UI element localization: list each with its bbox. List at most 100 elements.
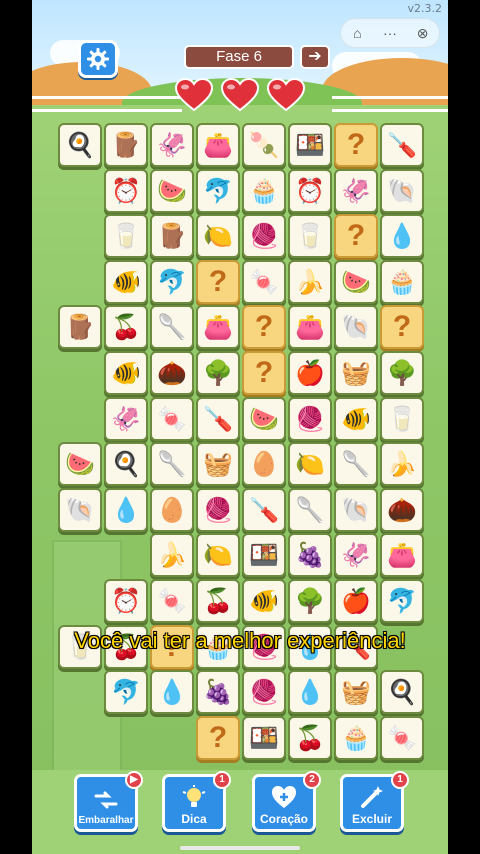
tile-yarn[interactable]: 🧶: [242, 214, 286, 258]
tile-egg[interactable]: 🥚: [150, 488, 194, 532]
tile-shell[interactable]: 🐚: [334, 488, 378, 532]
tile-fish[interactable]: 🐠: [104, 260, 148, 304]
tile-apple[interactable]: 🍎: [288, 351, 332, 395]
tile-screwdriver[interactable]: 🪛: [196, 397, 240, 441]
tile-drop[interactable]: 💧: [150, 670, 194, 714]
tile-dolphin[interactable]: 🐬: [196, 169, 240, 213]
tile-lunchbox[interactable]: 🍱: [242, 533, 286, 577]
tile-bag[interactable]: 👛: [288, 305, 332, 349]
tile-squid[interactable]: 🦑: [334, 169, 378, 213]
tile-melon[interactable]: 🍉: [334, 260, 378, 304]
tile-tree[interactable]: 🌳: [288, 579, 332, 623]
mystery-tile[interactable]: ?: [242, 305, 286, 349]
tile-dolphin[interactable]: 🐬: [150, 260, 194, 304]
tile-shell[interactable]: 🐚: [58, 488, 102, 532]
cup-icon: 🥛: [111, 222, 141, 250]
tile-lemon[interactable]: 🍋: [196, 533, 240, 577]
tile-basket[interactable]: 🧺: [334, 351, 378, 395]
tile-bag[interactable]: 👛: [196, 123, 240, 167]
tile-bag[interactable]: 👛: [380, 533, 424, 577]
tile-banana[interactable]: 🍌: [150, 533, 194, 577]
tile-log[interactable]: 🪵: [58, 305, 102, 349]
mystery-tile[interactable]: ?: [334, 214, 378, 258]
tile-sack[interactable]: 🌰: [150, 351, 194, 395]
tile-egg[interactable]: 🥚: [242, 442, 286, 486]
tile-screwdriver[interactable]: 🪛: [242, 488, 286, 532]
mystery-tile[interactable]: ?: [196, 260, 240, 304]
excluir-button[interactable]: Excluir 1: [340, 771, 409, 832]
mystery-tile[interactable]: ?: [196, 716, 240, 760]
tile-candy[interactable]: 🍬: [380, 716, 424, 760]
tile-shell[interactable]: 🐚: [334, 305, 378, 349]
tile-drop[interactable]: 💧: [288, 670, 332, 714]
tile-melon[interactable]: 🍉: [58, 442, 102, 486]
tile-log[interactable]: 🪵: [150, 214, 194, 258]
basket-icon: 🧺: [341, 359, 371, 387]
tile-sack[interactable]: 🌰: [380, 488, 424, 532]
mystery-tile[interactable]: ?: [380, 305, 424, 349]
tile-clock[interactable]: ⏰: [104, 579, 148, 623]
tile-candy[interactable]: 🍬: [150, 579, 194, 623]
tile-pan[interactable]: 🍳: [58, 123, 102, 167]
tile-yarn[interactable]: 🧶: [196, 488, 240, 532]
embaralhar-button[interactable]: Embaralhar ▶: [74, 771, 143, 832]
tile-popsicle[interactable]: 🍡: [242, 123, 286, 167]
tile-candy[interactable]: 🍬: [242, 260, 286, 304]
tile-pan[interactable]: 🍳: [380, 670, 424, 714]
tile-dolphin[interactable]: 🐬: [104, 670, 148, 714]
tile-screwdriver[interactable]: 🪛: [380, 123, 424, 167]
tile-cupcake[interactable]: 🧁: [380, 260, 424, 304]
tile-fish[interactable]: 🐠: [242, 579, 286, 623]
tile-bag[interactable]: 👛: [196, 305, 240, 349]
tile-tree[interactable]: 🌳: [380, 351, 424, 395]
tile-candy[interactable]: 🍬: [150, 397, 194, 441]
tile-apple[interactable]: 🍎: [334, 579, 378, 623]
tile-cherry[interactable]: 🍒: [288, 716, 332, 760]
tile-spoon[interactable]: 🥄: [150, 305, 194, 349]
tile-shell[interactable]: 🐚: [380, 169, 424, 213]
tile-squid[interactable]: 🦑: [334, 533, 378, 577]
mystery-tile[interactable]: ?: [334, 123, 378, 167]
tile-dolphin[interactable]: 🐬: [380, 579, 424, 623]
tile-yarn[interactable]: 🧶: [288, 397, 332, 441]
tile-cup[interactable]: 🥛: [380, 397, 424, 441]
tile-cup[interactable]: 🥛: [104, 214, 148, 258]
shell-icon: 🐚: [341, 496, 371, 524]
tile-basket[interactable]: 🧺: [334, 670, 378, 714]
tile-grapes[interactable]: 🍇: [288, 533, 332, 577]
tile-lemon[interactable]: 🍋: [288, 442, 332, 486]
tile-squid[interactable]: 🦑: [104, 397, 148, 441]
tile-pan[interactable]: 🍳: [104, 442, 148, 486]
tile-tree[interactable]: 🌳: [196, 351, 240, 395]
candy-icon: 🍬: [387, 724, 417, 752]
tile-cupcake[interactable]: 🧁: [242, 169, 286, 213]
tile-cherry[interactable]: 🍒: [196, 579, 240, 623]
tile-drop[interactable]: 💧: [380, 214, 424, 258]
tile-log[interactable]: 🪵: [104, 123, 148, 167]
tile-melon[interactable]: 🍉: [150, 169, 194, 213]
tile-banana[interactable]: 🍌: [380, 442, 424, 486]
tile-drop[interactable]: 💧: [104, 488, 148, 532]
tile-grapes[interactable]: 🍇: [196, 670, 240, 714]
tile-cherry[interactable]: 🍒: [104, 305, 148, 349]
tile-spoon[interactable]: 🥄: [150, 442, 194, 486]
tile-squid[interactable]: 🦑: [150, 123, 194, 167]
tile-basket[interactable]: 🧺: [196, 442, 240, 486]
tile-fish[interactable]: 🐠: [334, 397, 378, 441]
tile-yarn[interactable]: 🧶: [242, 670, 286, 714]
corao-button[interactable]: Coração 2: [252, 771, 321, 832]
tile-lunchbox[interactable]: 🍱: [288, 123, 332, 167]
dica-button[interactable]: Dica 1: [162, 771, 231, 832]
tile-lemon[interactable]: 🍋: [196, 214, 240, 258]
tile-spoon[interactable]: 🥄: [288, 488, 332, 532]
tile-clock[interactable]: ⏰: [288, 169, 332, 213]
tile-cupcake[interactable]: 🧁: [334, 716, 378, 760]
tile-cup[interactable]: 🥛: [288, 214, 332, 258]
tile-clock[interactable]: ⏰: [104, 169, 148, 213]
tile-spoon[interactable]: 🥄: [334, 442, 378, 486]
tile-fish[interactable]: 🐠: [104, 351, 148, 395]
tile-banana[interactable]: 🍌: [288, 260, 332, 304]
tile-lunchbox[interactable]: 🍱: [242, 716, 286, 760]
tile-melon[interactable]: 🍉: [242, 397, 286, 441]
mystery-tile[interactable]: ?: [242, 351, 286, 395]
